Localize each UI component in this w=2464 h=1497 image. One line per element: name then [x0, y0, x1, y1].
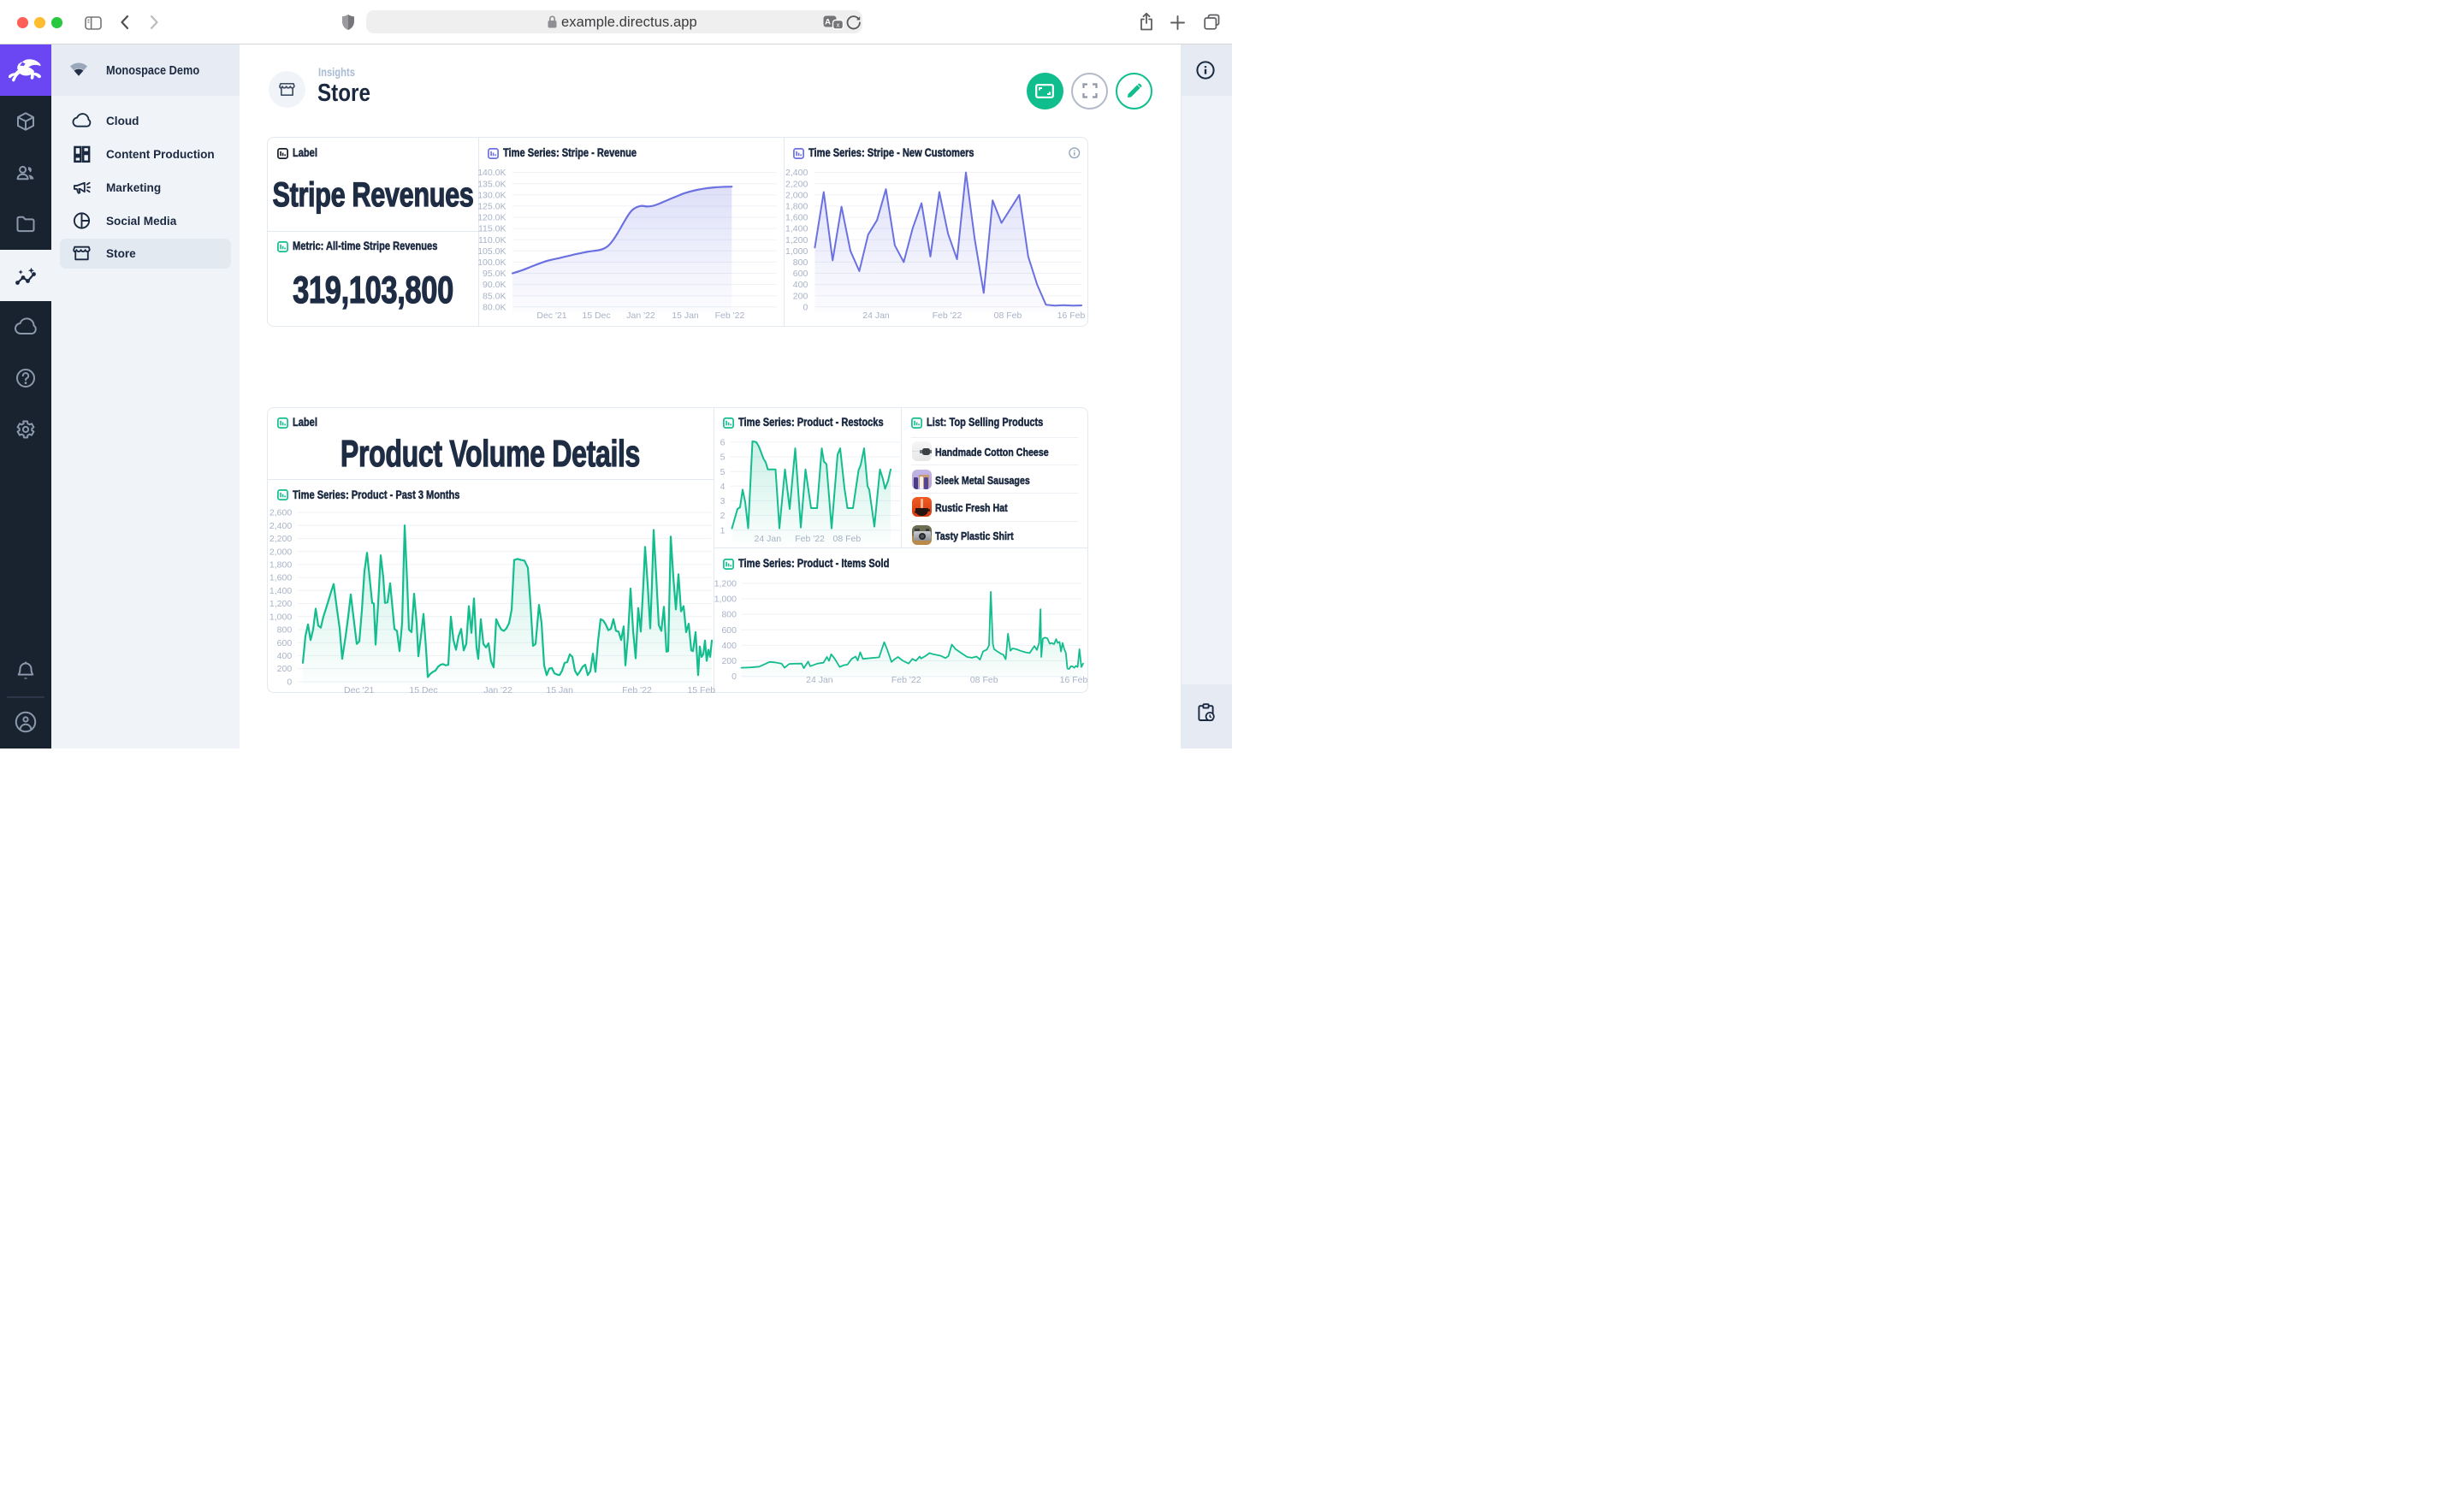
- svg-text:0: 0: [287, 677, 292, 688]
- svg-text:400: 400: [721, 641, 737, 651]
- svg-text:1,600: 1,600: [270, 573, 292, 583]
- svg-text:Feb '22: Feb '22: [622, 685, 652, 695]
- svg-text:2,000: 2,000: [270, 547, 292, 557]
- svg-text:135.0K: 135.0K: [477, 179, 506, 189]
- svg-text:15 Jan: 15 Jan: [546, 685, 573, 695]
- svg-text:200: 200: [277, 664, 293, 674]
- svg-text:95.0K: 95.0K: [483, 269, 506, 279]
- svg-text:120.0K: 120.0K: [477, 213, 506, 223]
- svg-text:1: 1: [720, 525, 726, 535]
- svg-text:100.0K: 100.0K: [477, 257, 506, 268]
- svg-text:5: 5: [720, 453, 726, 463]
- svg-text:115.0K: 115.0K: [478, 224, 506, 234]
- svg-text:5: 5: [720, 467, 726, 477]
- svg-text:1,200: 1,200: [785, 235, 808, 246]
- svg-text:1,200: 1,200: [714, 579, 737, 589]
- svg-text:1,400: 1,400: [270, 586, 292, 596]
- svg-text:80.0K: 80.0K: [483, 302, 506, 312]
- svg-text:2,200: 2,200: [270, 534, 292, 544]
- svg-text:105.0K: 105.0K: [477, 246, 506, 257]
- svg-text:90.0K: 90.0K: [483, 280, 506, 290]
- svg-text:1,600: 1,600: [785, 213, 808, 223]
- svg-text:0: 0: [732, 672, 737, 682]
- svg-text:200: 200: [721, 656, 737, 666]
- svg-text:1,800: 1,800: [270, 560, 292, 571]
- svg-text:110.0K: 110.0K: [478, 235, 506, 246]
- svg-text:400: 400: [793, 280, 808, 290]
- svg-text:800: 800: [721, 610, 737, 620]
- svg-text:1,000: 1,000: [270, 612, 292, 622]
- svg-text:x: x: [837, 21, 840, 28]
- svg-text:2,400: 2,400: [785, 168, 808, 178]
- svg-text:800: 800: [793, 257, 808, 268]
- svg-text:3: 3: [720, 496, 726, 506]
- svg-text:130.0K: 130.0K: [477, 190, 506, 200]
- svg-text:140.0K: 140.0K: [477, 168, 506, 178]
- svg-text:6: 6: [720, 438, 726, 448]
- svg-text:600: 600: [721, 625, 737, 636]
- svg-text:0: 0: [803, 302, 808, 312]
- svg-text:4: 4: [720, 482, 726, 492]
- svg-text:2,000: 2,000: [785, 190, 808, 200]
- svg-text:600: 600: [277, 638, 293, 648]
- svg-text:1,800: 1,800: [785, 202, 808, 212]
- svg-text:Jan '22: Jan '22: [483, 685, 512, 695]
- svg-text:1,200: 1,200: [270, 599, 292, 609]
- svg-text:400: 400: [277, 651, 293, 661]
- svg-text:200: 200: [793, 291, 808, 301]
- svg-text:600: 600: [793, 269, 808, 279]
- svg-text:2,200: 2,200: [785, 179, 808, 189]
- svg-text:15 Feb: 15 Feb: [687, 685, 715, 695]
- svg-text:125.0K: 125.0K: [477, 202, 506, 212]
- svg-text:1,000: 1,000: [714, 595, 737, 605]
- svg-text:1,400: 1,400: [785, 224, 808, 234]
- svg-text:1,000: 1,000: [785, 246, 808, 257]
- svg-text:15 Dec: 15 Dec: [409, 685, 437, 695]
- svg-text:85.0K: 85.0K: [483, 291, 506, 301]
- svg-text:2,600: 2,600: [270, 508, 292, 518]
- svg-text:2,400: 2,400: [270, 521, 292, 531]
- svg-text:2: 2: [720, 511, 726, 521]
- svg-text:A: A: [825, 17, 831, 27]
- svg-text:Dec '21: Dec '21: [344, 685, 374, 695]
- svg-text:800: 800: [277, 625, 293, 636]
